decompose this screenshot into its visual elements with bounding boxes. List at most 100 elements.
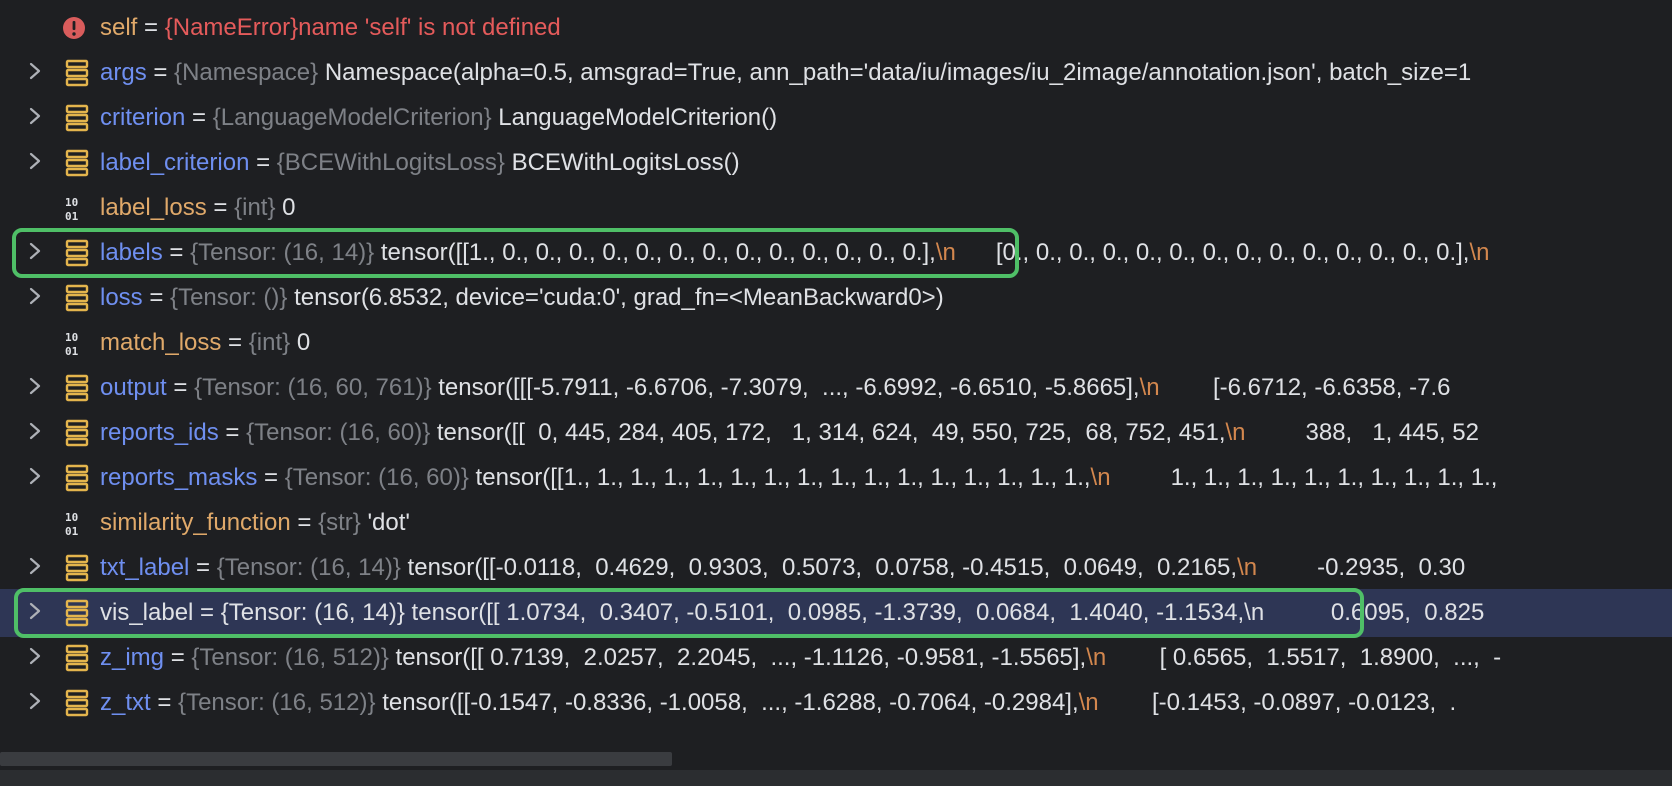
expand-chevron-icon[interactable] bbox=[25, 691, 45, 711]
variable-value-continued: [0., 0., 0., 0., 0., 0., 0., 0., 0., 0.,… bbox=[955, 239, 1470, 266]
primitive-value-icon: 10 01 bbox=[64, 509, 90, 537]
object-stack-icon bbox=[64, 59, 90, 87]
variable-name: label_criterion bbox=[100, 149, 250, 176]
variable-name: similarity_function bbox=[100, 509, 291, 536]
variable-name: loss bbox=[100, 284, 143, 311]
newline-escape: \n bbox=[1078, 689, 1099, 716]
variable-value: tensor(6.8532, device='cuda:0', grad_fn=… bbox=[294, 284, 944, 311]
variable-value: tensor([[ 0, 445, 284, 405, 172, 1, 314,… bbox=[436, 419, 1226, 446]
variable-name: self bbox=[100, 14, 138, 41]
horizontal-scrollbar[interactable] bbox=[0, 752, 672, 766]
equals-sign: = bbox=[162, 239, 191, 266]
variable-value: Namespace(alpha=0.5, amsgrad=True, ann_p… bbox=[324, 59, 1472, 86]
variable-line: similarity_function = {str} 'dot' bbox=[100, 507, 410, 539]
variable-row-output[interactable]: output = {Tensor: (16, 60, 761)} tensor(… bbox=[0, 364, 1672, 412]
equals-sign: = bbox=[146, 59, 175, 86]
variable-row-criterion[interactable]: criterion = {LanguageModelCriterion} Lan… bbox=[0, 94, 1672, 142]
variable-value: tensor([[-0.0118, 0.4629, 0.9303, 0.5073… bbox=[407, 554, 1238, 581]
variable-type: {LanguageModelCriterion} bbox=[212, 104, 492, 131]
variable-row-z_txt[interactable]: z_txt = {Tensor: (16, 512)} tensor([[-0.… bbox=[0, 679, 1672, 727]
variable-value-continued: 1., 1., 1., 1., 1., 1., 1., 1., 1., 1., bbox=[1110, 464, 1498, 491]
variable-name: vis_label bbox=[100, 599, 194, 626]
variable-type: {BCEWithLogitsLoss} bbox=[276, 149, 505, 176]
variable-line: label_loss = {int} 0 bbox=[100, 192, 296, 224]
panel-bottom-bar bbox=[0, 770, 1672, 786]
equals-sign: = bbox=[150, 689, 179, 716]
variable-row-label_criterion[interactable]: label_criterion = {BCEWithLogitsLoss} BC… bbox=[0, 139, 1672, 187]
variable-type: {Tensor: (16, 512)} bbox=[191, 644, 389, 671]
expand-chevron-icon[interactable] bbox=[25, 646, 45, 666]
object-stack-icon bbox=[64, 104, 90, 132]
equals-sign: = bbox=[193, 599, 221, 626]
variable-value-continued: -0.2935, 0.30 bbox=[1257, 554, 1466, 581]
variable-value-continued: 388, 1, 445, 52 bbox=[1245, 419, 1479, 446]
expand-chevron-icon[interactable] bbox=[25, 61, 45, 81]
variable-row-txt_label[interactable]: txt_label = {Tensor: (16, 14)} tensor([[… bbox=[0, 544, 1672, 592]
variable-type: {Tensor: (16, 14)} bbox=[216, 554, 401, 581]
variable-row-label_loss[interactable]: 10 01 label_loss = {int} 0 bbox=[0, 184, 1672, 232]
variable-type: {Tensor: (16, 60, 761)} bbox=[194, 374, 432, 401]
newline-escape: \n bbox=[935, 239, 956, 266]
variable-value: LanguageModelCriterion() bbox=[498, 104, 778, 131]
equals-sign: = bbox=[290, 509, 319, 536]
equals-sign: = bbox=[142, 284, 171, 311]
object-stack-icon bbox=[64, 284, 90, 312]
variable-type: {Tensor: (16, 14)} bbox=[220, 599, 405, 626]
expand-chevron-icon[interactable] bbox=[25, 106, 45, 126]
variable-row-similarity_function[interactable]: 10 01 similarity_function = {str} 'dot' bbox=[0, 499, 1672, 547]
variable-row-loss[interactable]: loss = {Tensor: ()} tensor(6.8532, devic… bbox=[0, 274, 1672, 322]
variable-row-labels[interactable]: labels = {Tensor: (16, 14)} tensor([[1.,… bbox=[0, 229, 1672, 277]
variable-value: 0 bbox=[296, 329, 311, 356]
object-stack-icon bbox=[64, 374, 90, 402]
variable-type: {int} bbox=[234, 194, 276, 221]
expand-chevron-icon[interactable] bbox=[25, 421, 45, 441]
object-stack-icon bbox=[64, 464, 90, 492]
variable-value: tensor([[1., 0., 0., 0., 0., 0., 0., 0.,… bbox=[380, 239, 936, 266]
equals-sign: = bbox=[257, 464, 285, 491]
error-icon bbox=[62, 16, 86, 40]
variable-row-self[interactable]: self = {NameError}name 'self' is not def… bbox=[0, 4, 1672, 52]
expand-chevron-icon[interactable] bbox=[25, 286, 45, 306]
svg-text:10: 10 bbox=[65, 196, 78, 209]
variable-name: reports_ids bbox=[100, 419, 219, 446]
primitive-value-icon: 10 01 bbox=[64, 329, 90, 357]
svg-text:01: 01 bbox=[65, 345, 79, 357]
object-stack-icon bbox=[64, 554, 90, 582]
variable-name: z_img bbox=[100, 644, 165, 671]
equals-sign: = bbox=[164, 644, 192, 671]
variable-line: txt_label = {Tensor: (16, 14)} tensor([[… bbox=[100, 552, 1465, 584]
newline-escape: \n bbox=[1244, 599, 1265, 626]
variable-line: reports_ids = {Tensor: (16, 60)} tensor(… bbox=[100, 417, 1479, 449]
variable-line: match_loss = {int} 0 bbox=[100, 327, 310, 359]
variable-line: label_criterion = {BCEWithLogitsLoss} BC… bbox=[100, 147, 740, 179]
variable-value: BCEWithLogitsLoss() bbox=[511, 149, 740, 176]
variable-row-reports_masks[interactable]: reports_masks = {Tensor: (16, 60)} tenso… bbox=[0, 454, 1672, 502]
variable-name: txt_label bbox=[100, 554, 190, 581]
expand-chevron-icon[interactable] bbox=[25, 376, 45, 396]
variable-name: z_txt bbox=[100, 689, 151, 716]
variable-row-reports_ids[interactable]: reports_ids = {Tensor: (16, 60)} tensor(… bbox=[0, 409, 1672, 457]
variable-row-match_loss[interactable]: 10 01 match_loss = {int} 0 bbox=[0, 319, 1672, 367]
expand-chevron-icon[interactable] bbox=[25, 556, 45, 576]
equals-sign: = bbox=[137, 14, 165, 41]
variable-line: loss = {Tensor: ()} tensor(6.8532, devic… bbox=[100, 282, 944, 314]
variable-row-vis_label[interactable]: vis_label = {Tensor: (16, 14)} tensor([[… bbox=[0, 589, 1672, 637]
variable-row-args[interactable]: args = {Namespace} Namespace(alpha=0.5, … bbox=[0, 49, 1672, 97]
variable-line: labels = {Tensor: (16, 14)} tensor([[1.,… bbox=[100, 237, 1489, 269]
svg-text:10: 10 bbox=[65, 511, 78, 524]
expand-chevron-icon[interactable] bbox=[25, 466, 45, 486]
variable-type: {Tensor: (16, 512)} bbox=[178, 689, 376, 716]
expand-chevron-icon[interactable] bbox=[25, 151, 45, 171]
variable-line: criterion = {LanguageModelCriterion} Lan… bbox=[100, 102, 777, 134]
variable-name: match_loss bbox=[100, 329, 222, 356]
newline-escape: \n bbox=[1086, 644, 1107, 671]
variable-value: tensor([[ 0.7139, 2.0257, 2.2045, ..., -… bbox=[395, 644, 1087, 671]
object-stack-icon bbox=[64, 689, 90, 717]
object-stack-icon bbox=[64, 149, 90, 177]
variable-line: self = {NameError}name 'self' is not def… bbox=[100, 12, 561, 44]
expand-chevron-icon[interactable] bbox=[25, 601, 45, 621]
variable-row-z_img[interactable]: z_img = {Tensor: (16, 512)} tensor([[ 0.… bbox=[0, 634, 1672, 682]
expand-chevron-icon[interactable] bbox=[25, 241, 45, 261]
svg-text:10: 10 bbox=[65, 331, 78, 344]
equals-sign: = bbox=[218, 419, 247, 446]
